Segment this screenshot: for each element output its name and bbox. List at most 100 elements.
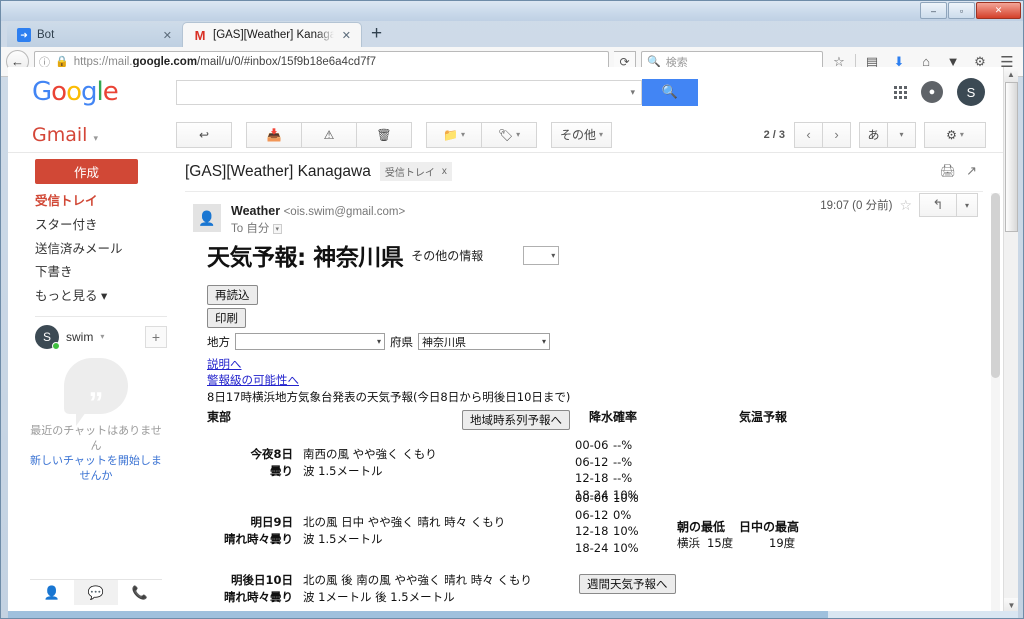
new-tab-button[interactable]: + xyxy=(362,24,391,45)
browser-tab-title: [GAS][Weather] Kanagawa xyxy=(213,29,334,41)
gmail-brand[interactable]: Gmail ▾ xyxy=(32,124,172,146)
window-controls: – ▫ ✕ xyxy=(920,2,1021,19)
weather-title-row: 天気予報: 神奈川県 その他の情報 ▾ xyxy=(207,238,1007,272)
spam-button[interactable]: ⚠ xyxy=(301,121,357,148)
star-icon[interactable]: ☆ xyxy=(899,197,912,214)
chat-avatar-initial: S xyxy=(42,329,51,344)
recipient-details-caret-icon[interactable]: ▾ xyxy=(272,223,283,234)
bot-favicon-icon: ➜ xyxy=(17,28,31,42)
gmail-header: Google ▾ 🔍 ● S xyxy=(8,67,1003,117)
archive-button[interactable]: 📥 xyxy=(246,121,302,148)
more-options-button[interactable]: ▾ xyxy=(956,193,978,217)
hangouts-icon[interactable]: 💬 xyxy=(74,580,118,605)
scroll-up-icon[interactable]: ▲ xyxy=(1004,67,1018,82)
chat-tabs: 👤 💬 📞 xyxy=(30,579,162,605)
url-domain: google.com xyxy=(132,55,198,68)
gear-icon: ⚙ xyxy=(946,127,957,142)
minimize-button[interactable]: – xyxy=(920,2,947,19)
weather-selects-row: 地方 ▾ 府県 神奈川県 ▾ xyxy=(207,333,1007,350)
precipitation-column-header: 降水確率 xyxy=(589,410,638,425)
ime-caret-button[interactable]: ▾ xyxy=(887,121,916,148)
weather-report-body: 天気予報: 神奈川県 その他の情報 ▾ 再読込 印刷 地方 ▾ 府県 神奈川県 … xyxy=(207,238,1007,610)
back-to-inbox-button[interactable]: ↩ xyxy=(176,121,232,148)
reload-forecast-button[interactable]: 再読込 xyxy=(207,285,258,305)
region-select-label: 地方 xyxy=(207,334,230,349)
browser-tab-title: Bot xyxy=(37,29,55,41)
horizontal-scrollbar[interactable] xyxy=(8,611,1018,618)
label-chip-close-icon[interactable]: x xyxy=(442,166,447,177)
temperature-values: 横浜 15度 19度 xyxy=(677,535,799,551)
move-to-button[interactable]: 📁 ▾ xyxy=(426,121,482,148)
close-button[interactable]: ✕ xyxy=(976,2,1021,19)
explanation-link[interactable]: 説明へ xyxy=(207,357,1007,373)
trash-icon: 🗑 xyxy=(376,127,392,142)
chat-user-name[interactable]: swim xyxy=(66,330,93,344)
page-scrollbar[interactable]: ▲ ▼ xyxy=(1003,67,1018,613)
warning-level-link[interactable]: 警報級の可能性へ xyxy=(207,373,1007,389)
gmail-search-button[interactable]: 🔍 xyxy=(642,78,698,106)
sidebar-item-sent[interactable]: 送信済みメール xyxy=(32,238,173,262)
reply-button[interactable]: ↰ xyxy=(919,193,957,217)
spam-icon: ⚠ xyxy=(323,127,335,142)
ime-button[interactable]: あ xyxy=(859,121,888,148)
chevron-down-icon[interactable]: ▾ xyxy=(100,332,104,341)
next-page-button[interactable]: › xyxy=(822,121,851,148)
subject-row: [GAS][Weather] Kanagawa 受信トレイ x xyxy=(185,153,1003,181)
temperature-block: 朝の最低 日中の最高 横浜 15度 19度 xyxy=(677,518,799,551)
gmail-toolbar: Gmail ▾ ↩ 📥 ⚠ 🗑 📁 ▾ 🏷 ▾ その他 ▾ 2 / 3 ‹ › … xyxy=(8,117,1003,153)
delete-button[interactable]: 🗑 xyxy=(356,121,412,148)
chat-user-row: S swim ▾ + xyxy=(32,317,173,350)
maximize-icon: ▫ xyxy=(959,5,964,16)
print-forecast-button[interactable]: 印刷 xyxy=(207,308,246,328)
tab-close-icon[interactable]: ✕ xyxy=(340,29,353,42)
temperature-headers: 朝の最低 日中の最高 xyxy=(677,518,799,535)
sidebar-item-more[interactable]: もっと見る ▾ xyxy=(32,285,173,309)
previous-page-button[interactable]: ‹ xyxy=(794,121,823,148)
print-icon[interactable]: 🖨 xyxy=(940,163,957,179)
tab-close-icon[interactable]: ✕ xyxy=(161,29,174,42)
chevron-down-icon[interactable]: ▾ xyxy=(630,87,635,98)
contacts-icon[interactable]: 👤 xyxy=(30,580,74,605)
weather-announcement: 8日17時横浜地方気象台発表の天気予報(今日8日から明後日10日まで) xyxy=(207,390,571,405)
prefecture-select[interactable]: 神奈川県 ▾ xyxy=(418,333,550,350)
browser-tab-bot[interactable]: ➜ Bot ✕ xyxy=(7,23,182,47)
chat-empty-state: „ 最近のチャットはありません 新しいチャットを開始しませんか xyxy=(26,358,166,483)
sidebar-item-inbox[interactable]: 受信トレイ xyxy=(32,190,173,214)
settings-button[interactable]: ⚙ ▾ xyxy=(924,121,986,148)
area-timeseries-button[interactable]: 地域時系列予報へ xyxy=(462,410,570,431)
page-title: [GAS][Weather] Kanagawa xyxy=(185,162,371,180)
message-scrollbar[interactable] xyxy=(991,193,1000,613)
gmail-content: 作成 受信トレイ スター付き 送信済みメール 下書き もっと見る ▾ S swi… xyxy=(8,153,1003,613)
maximize-button[interactable]: ▫ xyxy=(948,2,975,19)
temp-max-header: 日中の最高 xyxy=(739,520,800,535)
more-button[interactable]: その他 ▾ xyxy=(551,121,613,148)
weather-title: 天気予報: 神奈川県 xyxy=(207,245,404,271)
labels-button[interactable]: 🏷 ▾ xyxy=(481,121,537,148)
compose-button[interactable]: 作成 xyxy=(35,159,138,184)
weather-button-stack: 再読込 印刷 xyxy=(207,285,1007,328)
sidebar-item-starred[interactable]: スター付き xyxy=(32,214,173,238)
apps-grid-icon[interactable] xyxy=(894,85,907,99)
temperature-min: 15度 xyxy=(707,536,734,551)
start-chat-link[interactable]: 新しいチャットを開始しませんか xyxy=(26,454,166,484)
horizontal-scrollbar-thumb[interactable] xyxy=(8,611,828,618)
notifications-icon[interactable]: ● xyxy=(921,81,943,103)
message-scrollbar-thumb[interactable] xyxy=(991,193,1000,378)
chevron-down-icon: ▾ xyxy=(541,337,546,346)
search-icon: 🔍 xyxy=(661,84,679,99)
region-select[interactable]: ▾ xyxy=(235,333,385,350)
sidebar-item-drafts[interactable]: 下書き xyxy=(32,261,173,285)
gmail-favicon-icon: M xyxy=(194,27,206,43)
popout-icon[interactable]: ↗ xyxy=(966,163,977,179)
page-scrollbar-thumb[interactable] xyxy=(1005,82,1018,232)
avatar[interactable]: S xyxy=(957,78,985,106)
add-contact-button[interactable]: + xyxy=(145,325,167,348)
chevron-down-icon: ▾ xyxy=(93,133,99,144)
browser-tab-gmail[interactable]: M [GAS][Weather] Kanagawa ✕ xyxy=(182,22,362,47)
phone-icon[interactable]: 📞 xyxy=(118,580,162,605)
weekly-forecast-button[interactable]: 週間天気予報へ xyxy=(579,574,676,595)
toolbar-back-group: ↩ xyxy=(176,121,232,148)
extra-info-select[interactable]: ▾ xyxy=(523,245,560,265)
chat-avatar[interactable]: S xyxy=(35,324,60,350)
gmail-search-input[interactable]: ▾ xyxy=(176,79,642,105)
